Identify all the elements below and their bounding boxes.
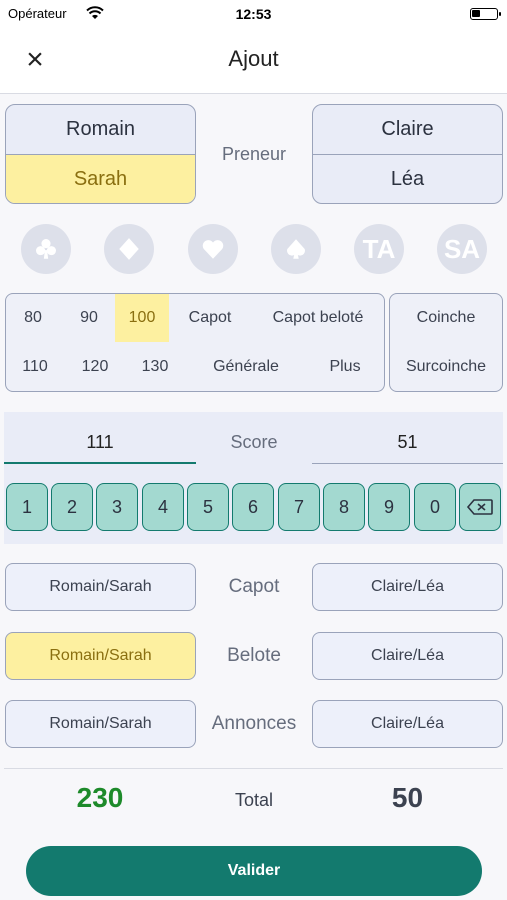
- belote-label: Belote: [227, 645, 281, 666]
- player-claire[interactable]: Claire: [313, 105, 502, 154]
- key-1[interactable]: 1: [6, 483, 48, 531]
- key-9[interactable]: 9: [368, 483, 410, 531]
- key-0[interactable]: 0: [414, 483, 456, 531]
- clubs-icon[interactable]: [21, 224, 71, 274]
- coinche-panel: Coinche Surcoinche: [389, 293, 503, 392]
- diamonds-icon[interactable]: [104, 224, 154, 274]
- capot-label: Capot: [228, 576, 280, 597]
- bid-80[interactable]: 80: [14, 294, 52, 342]
- player-lea[interactable]: Léa: [313, 154, 502, 203]
- bid-130[interactable]: 130: [136, 343, 174, 391]
- player-romain[interactable]: Romain: [6, 105, 195, 154]
- annonces-label: Annonces: [211, 713, 297, 734]
- capot-left-button[interactable]: Romain/Sarah: [5, 563, 196, 611]
- status-bar: Opérateur 12:53: [0, 0, 507, 28]
- page-title: Ajout: [228, 46, 279, 71]
- backspace-icon: [466, 499, 493, 515]
- total-label: Total: [234, 790, 274, 810]
- bid-plus[interactable]: Plus: [320, 343, 370, 391]
- key-7[interactable]: 7: [278, 483, 320, 531]
- belote-left-button[interactable]: Romain/Sarah: [5, 632, 196, 680]
- annonces-left-button[interactable]: Romain/Sarah: [5, 700, 196, 748]
- team-left-card: Romain Sarah: [5, 104, 196, 204]
- coinche-button[interactable]: Coinche: [390, 294, 502, 342]
- bid-generale[interactable]: Générale: [202, 343, 290, 391]
- surcoinche-button[interactable]: Surcoinche: [390, 343, 502, 391]
- player-sarah[interactable]: Sarah: [6, 154, 195, 203]
- key-8[interactable]: 8: [323, 483, 365, 531]
- key-2[interactable]: 2: [51, 483, 93, 531]
- bids-panel: 80 90 100 Capot Capot beloté 110 120 130…: [5, 293, 385, 392]
- backspace-key[interactable]: [459, 483, 501, 531]
- key-4[interactable]: 4: [142, 483, 184, 531]
- total-right-value: 50: [391, 782, 424, 813]
- validate-button[interactable]: Valider: [26, 846, 482, 896]
- capot-right-button[interactable]: Claire/Léa: [312, 563, 503, 611]
- sans-atout-button[interactable]: SA: [437, 224, 487, 274]
- score-left-field[interactable]: 111: [4, 422, 196, 464]
- spades-icon[interactable]: [271, 224, 321, 274]
- bid-120[interactable]: 120: [76, 343, 114, 391]
- nav-header: × Ajout: [0, 28, 507, 94]
- hearts-icon[interactable]: [188, 224, 238, 274]
- annonces-right-button[interactable]: Claire/Léa: [312, 700, 503, 748]
- tout-atout-button[interactable]: TA: [354, 224, 404, 274]
- score-label: Score: [230, 432, 278, 452]
- total-left-value: 230: [76, 782, 124, 813]
- bid-capot-belote[interactable]: Capot beloté: [260, 294, 376, 342]
- bid-100[interactable]: 100: [115, 294, 169, 342]
- key-3[interactable]: 3: [96, 483, 138, 531]
- key-6[interactable]: 6: [232, 483, 274, 531]
- key-5[interactable]: 5: [187, 483, 229, 531]
- bid-capot[interactable]: Capot: [180, 294, 240, 342]
- clock: 12:53: [235, 6, 272, 22]
- preneur-label: Preneur: [221, 144, 287, 164]
- belote-right-button[interactable]: Claire/Léa: [312, 632, 503, 680]
- team-right-card: Claire Léa: [312, 104, 503, 204]
- divider: [4, 768, 503, 769]
- battery-icon: [470, 8, 501, 20]
- bid-90[interactable]: 90: [70, 294, 108, 342]
- bid-110[interactable]: 110: [14, 343, 56, 391]
- score-right-field[interactable]: 51: [312, 422, 503, 464]
